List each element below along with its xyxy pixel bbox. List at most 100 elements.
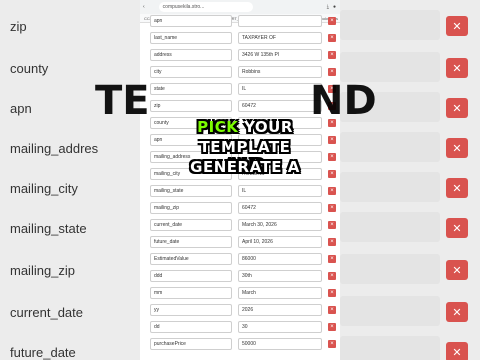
bg-field <box>340 296 440 326</box>
bg-field <box>340 52 440 82</box>
field-name-input[interactable]: zip <box>150 100 232 112</box>
field-name-input[interactable]: state <box>150 83 232 95</box>
bg-label: mailing_addres <box>10 140 99 156</box>
download-icon[interactable]: ⤓ <box>327 4 329 10</box>
field-value-input[interactable]: 60472 <box>238 100 322 112</box>
bg-field <box>340 254 440 284</box>
field-name-input[interactable]: EstimatedValue <box>150 253 232 265</box>
field-value-input[interactable] <box>238 117 322 129</box>
field-value-input[interactable]: 3426 W 135th Pl <box>238 49 322 61</box>
field-name-input[interactable]: apn <box>150 15 232 27</box>
delete-field-button[interactable]: × <box>328 85 336 93</box>
field-value-input[interactable]: 30th <box>238 270 322 282</box>
field-row: address 3426 W 135th Pl × <box>150 49 338 63</box>
field-name-input[interactable]: mailing_state <box>150 185 232 197</box>
bg-label: zip <box>10 18 27 34</box>
field-name-input[interactable]: mailing_address <box>150 151 232 163</box>
bg-delete-icon: ✕ <box>446 58 468 78</box>
field-name-input[interactable]: mailing_zip <box>150 202 232 214</box>
field-row: EstimatedValue 86000 × <box>150 253 338 267</box>
field-row: mailing_address × <box>150 151 338 165</box>
bg-delete-icon: ✕ <box>446 302 468 322</box>
field-value-input[interactable]: 86000 <box>238 253 322 265</box>
field-value-input[interactable]: ROBBINS <box>238 168 322 180</box>
delete-field-button[interactable]: × <box>328 187 336 195</box>
field-row: purchasePrice 50000 × <box>150 338 338 352</box>
field-value-input[interactable]: March <box>238 287 322 299</box>
field-row: current_date March 30, 2026 × <box>150 219 338 233</box>
field-row: city Robbins × <box>150 66 338 80</box>
field-value-input[interactable] <box>238 134 322 146</box>
bg-label: mailing_zip <box>10 262 76 278</box>
delete-field-button[interactable]: × <box>328 204 336 212</box>
field-name-input[interactable]: dd <box>150 321 232 333</box>
field-row: dd 30 × <box>150 321 338 335</box>
bg-delete-icon: ✕ <box>446 260 468 280</box>
delete-field-button[interactable]: × <box>328 136 336 144</box>
field-row: county × <box>150 117 338 131</box>
field-value-input[interactable]: 60472 <box>238 202 322 214</box>
field-value-input[interactable]: IL <box>238 83 322 95</box>
delete-field-button[interactable]: × <box>328 119 336 127</box>
delete-field-button[interactable]: × <box>328 34 336 42</box>
delete-field-button[interactable]: × <box>328 153 336 161</box>
field-name-input[interactable]: ddd <box>150 270 232 282</box>
field-name-input[interactable]: mm <box>150 287 232 299</box>
delete-field-button[interactable]: × <box>328 170 336 178</box>
address-bar[interactable]: compusekila.stro... <box>158 2 253 12</box>
field-value-input[interactable]: April 10, 2026 <box>238 236 322 248</box>
field-name-input[interactable]: city <box>150 66 232 78</box>
delete-field-button[interactable]: × <box>328 238 336 246</box>
field-name-input[interactable]: last_name <box>150 32 232 44</box>
bg-label: current_date <box>10 304 83 320</box>
field-row: ddd 30th × <box>150 270 338 284</box>
field-value-input[interactable]: 50000 <box>238 338 322 350</box>
bg-field <box>340 132 440 162</box>
profile-icon[interactable]: ● <box>333 4 336 10</box>
field-row: apn × <box>150 134 338 148</box>
delete-field-button[interactable]: × <box>328 272 336 280</box>
bg-delete-icon: ✕ <box>446 98 468 118</box>
field-name-input[interactable]: apn <box>150 134 232 146</box>
bg-label: mailing_city <box>10 180 78 196</box>
delete-field-button[interactable]: × <box>328 102 336 110</box>
field-row: future_date April 10, 2026 × <box>150 236 338 250</box>
bg-delete-icon: ✕ <box>446 342 468 360</box>
field-name-input[interactable]: mailing_city <box>150 168 232 180</box>
bg-delete-icon: ✕ <box>446 138 468 158</box>
delete-field-button[interactable]: × <box>328 289 336 297</box>
delete-field-button[interactable]: × <box>328 340 336 348</box>
back-arrow-icon[interactable]: ‹ <box>143 4 145 10</box>
bg-label: mailing_state <box>10 220 87 236</box>
delete-field-button[interactable]: × <box>328 323 336 331</box>
field-value-input[interactable]: TAXPAYER OF <box>238 32 322 44</box>
bg-label: apn <box>10 100 32 116</box>
field-value-input[interactable]: 30 <box>238 321 322 333</box>
delete-field-button[interactable]: × <box>328 51 336 59</box>
field-value-input[interactable] <box>238 151 322 163</box>
field-value-input[interactable]: March 30, 2026 <box>238 219 322 231</box>
bg-field <box>340 172 440 202</box>
delete-field-button[interactable]: × <box>328 17 336 25</box>
field-name-input[interactable]: county <box>150 117 232 129</box>
field-value-input[interactable] <box>238 15 322 27</box>
delete-field-button[interactable]: × <box>328 221 336 229</box>
field-value-input[interactable]: 2026 <box>238 304 322 316</box>
browser-viewport: ‹ compusekila.stro... ⤓ ● CCAsolar 21572… <box>140 0 340 360</box>
bg-label: future_date <box>10 344 76 360</box>
field-name-input[interactable]: future_date <box>150 236 232 248</box>
field-row: mailing_state IL × <box>150 185 338 199</box>
delete-field-button[interactable]: × <box>328 255 336 263</box>
field-row: state IL × <box>150 83 338 97</box>
field-name-input[interactable]: current_date <box>150 219 232 231</box>
field-name-input[interactable]: yy <box>150 304 232 316</box>
field-value-input[interactable]: Robbins <box>238 66 322 78</box>
field-name-input[interactable]: address <box>150 49 232 61</box>
field-name-input[interactable]: purchasePrice <box>150 338 232 350</box>
browser-toolbar: ‹ compusekila.stro... ⤓ ● <box>140 0 340 14</box>
delete-field-button[interactable]: × <box>328 306 336 314</box>
bg-field <box>340 212 440 242</box>
field-value-input[interactable]: IL <box>238 185 322 197</box>
delete-field-button[interactable]: × <box>328 68 336 76</box>
bg-delete-icon: ✕ <box>446 178 468 198</box>
